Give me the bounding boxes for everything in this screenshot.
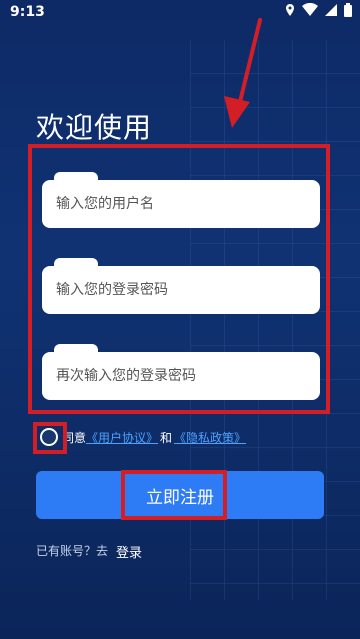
- checkbox-highlight-box: [33, 422, 67, 454]
- signal-icon: [324, 3, 338, 17]
- footer-login-row: 已有账号？去 登录: [36, 542, 142, 561]
- status-time: 9:13: [10, 4, 45, 20]
- page-title: 欢迎使用: [36, 111, 153, 144]
- login-link[interactable]: 登录: [116, 542, 142, 561]
- register-screen: 9:13 欢迎使用 输入您的用户名 同意 《用户协议》 和 《隐私政策》 立即注…: [0, 0, 360, 639]
- wifi-icon: [302, 3, 318, 17]
- user-agreement-link[interactable]: 《用户协议》: [86, 429, 158, 446]
- status-icons: [284, 3, 352, 17]
- agreement-and: 和: [160, 430, 173, 445]
- red-arrow-annotation: [224, 18, 262, 128]
- location-icon: [284, 3, 296, 17]
- form-highlight-box: [28, 144, 330, 414]
- status-bar: 9:13: [0, 0, 360, 26]
- agreement-row: 同意 《用户协议》 和 《隐私政策》: [40, 428, 246, 446]
- privacy-policy-link[interactable]: 《隐私政策》: [174, 429, 246, 446]
- button-highlight-box: [121, 470, 227, 520]
- battery-icon: [344, 3, 352, 17]
- has-account-text: 已有账号？去: [36, 544, 109, 558]
